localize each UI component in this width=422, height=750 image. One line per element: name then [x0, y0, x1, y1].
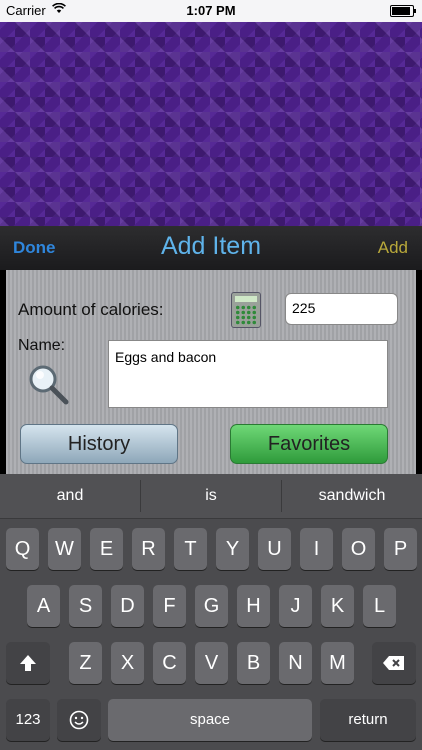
- key-f[interactable]: F: [153, 585, 186, 627]
- key-t[interactable]: T: [174, 528, 207, 570]
- nav-bar: Done Add Item Add: [0, 226, 422, 270]
- key-h[interactable]: H: [237, 585, 270, 627]
- key-g[interactable]: G: [195, 585, 228, 627]
- name-field[interactable]: Eggs and bacon: [108, 340, 388, 408]
- history-button[interactable]: History: [20, 424, 178, 464]
- key-s[interactable]: S: [69, 585, 102, 627]
- key-d[interactable]: D: [111, 585, 144, 627]
- key-b[interactable]: B: [237, 642, 270, 684]
- calculator-icon[interactable]: [231, 292, 261, 328]
- emoji-key[interactable]: [57, 699, 101, 741]
- key-w[interactable]: W: [48, 528, 81, 570]
- status-bar: Carrier 1:07 PM: [0, 0, 422, 22]
- suggestion-item[interactable]: sandwich: [282, 474, 422, 518]
- shift-key[interactable]: [6, 642, 50, 684]
- key-o[interactable]: O: [342, 528, 375, 570]
- key-a[interactable]: A: [27, 585, 60, 627]
- numbers-key[interactable]: 123: [6, 699, 50, 741]
- battery-icon: [390, 5, 416, 17]
- key-q[interactable]: Q: [6, 528, 39, 570]
- key-m[interactable]: M: [321, 642, 354, 684]
- keyboard: and is sandwich Q W E R T Y U I O P A S …: [0, 474, 422, 750]
- search-icon[interactable]: [26, 362, 70, 406]
- add-item-form: Amount of calories: 225 Name: Eggs and b…: [6, 270, 416, 474]
- key-n[interactable]: N: [279, 642, 312, 684]
- key-c[interactable]: C: [153, 642, 186, 684]
- background-pattern: [0, 22, 422, 226]
- delete-key[interactable]: [372, 642, 416, 684]
- shift-icon: [18, 654, 38, 672]
- key-r[interactable]: R: [132, 528, 165, 570]
- delete-icon: [382, 654, 406, 671]
- calories-label: Amount of calories:: [18, 300, 164, 319]
- calories-input[interactable]: 225: [285, 293, 398, 325]
- key-p[interactable]: P: [384, 528, 417, 570]
- name-label: Name:: [18, 337, 66, 354]
- key-k[interactable]: K: [321, 585, 354, 627]
- key-i[interactable]: I: [300, 528, 333, 570]
- suggestion-item[interactable]: and: [0, 474, 140, 518]
- key-z[interactable]: Z: [69, 642, 102, 684]
- suggestion-bar: and is sandwich: [0, 474, 422, 519]
- add-button[interactable]: Add: [378, 238, 408, 258]
- suggestion-item[interactable]: is: [141, 474, 281, 518]
- favorites-button[interactable]: Favorites: [230, 424, 388, 464]
- emoji-icon: [69, 710, 89, 730]
- key-x[interactable]: X: [111, 642, 144, 684]
- space-key[interactable]: space: [108, 699, 312, 741]
- clock: 1:07 PM: [186, 3, 236, 18]
- key-y[interactable]: Y: [216, 528, 249, 570]
- page-title: Add Item: [160, 232, 262, 260]
- key-u[interactable]: U: [258, 528, 291, 570]
- return-key[interactable]: return: [320, 699, 416, 741]
- key-e[interactable]: E: [90, 528, 123, 570]
- key-l[interactable]: L: [363, 585, 396, 627]
- key-v[interactable]: V: [195, 642, 228, 684]
- key-j[interactable]: J: [279, 585, 312, 627]
